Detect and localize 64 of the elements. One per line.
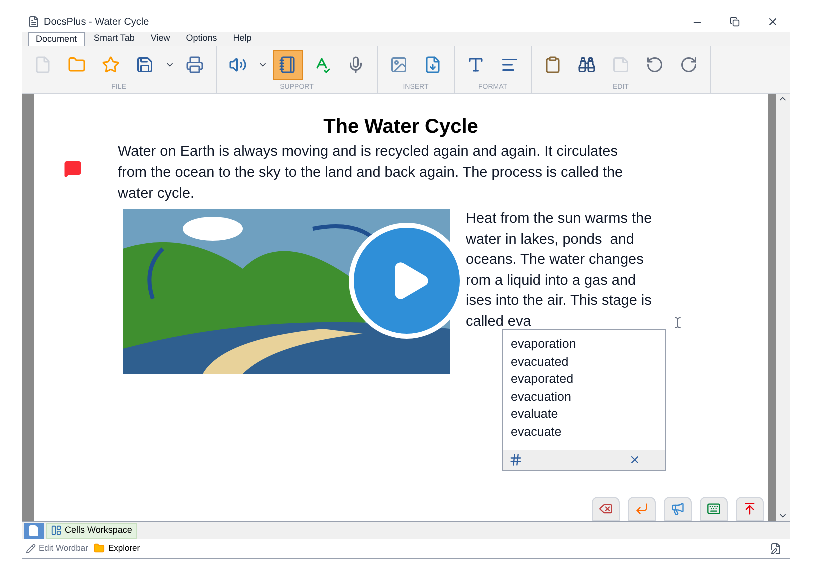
- document-edit-icon[interactable]: [770, 542, 782, 554]
- clipboard-icon: [544, 56, 562, 74]
- suggestion-item[interactable]: evaluate: [511, 406, 558, 424]
- image-icon: [390, 56, 408, 74]
- microphone-icon: [347, 56, 365, 74]
- star-icon: [102, 56, 120, 74]
- window-title: DocsPlus - Water Cycle: [44, 16, 150, 30]
- notebook-icon: [279, 56, 297, 74]
- suggestion-item[interactable]: evaporated: [511, 371, 574, 388]
- text-cursor-icon: [672, 316, 684, 330]
- file-icon: [424, 56, 442, 74]
- font-icon: [467, 56, 485, 74]
- suggestion-item[interactable]: evacuate: [511, 424, 562, 441]
- print-icon: [186, 56, 204, 74]
- pencil-icon: [26, 544, 36, 554]
- suggestion-item[interactable]: evacuation: [511, 388, 572, 406]
- arrow-up-icon: [743, 502, 757, 516]
- suggestion-item[interactable]: evacuated: [511, 354, 569, 371]
- paragraph: Water on Earth is always moving and is recycled again and again. It circulates from the ocean to the sky to the land and back again. The process is called the water cycle.: [118, 143, 624, 204]
- workspace-icon: [51, 525, 62, 536]
- menu-tab[interactable]: Document: [28, 32, 86, 46]
- document-title: The Water Cycle: [324, 115, 478, 140]
- scrollbar[interactable]: [776, 94, 790, 521]
- toolbar-button[interactable]: [273, 50, 303, 80]
- action-button[interactable]: [628, 497, 656, 521]
- status-button[interactable]: Edit Wordbar: [26, 542, 88, 555]
- binoculars-icon: [578, 56, 596, 74]
- text-line: ises into the air. This stage is: [466, 292, 652, 311]
- comment-icon[interactable]: [64, 160, 82, 178]
- menu-tab[interactable]: Smart Tab: [87, 32, 142, 46]
- close-icon: [767, 16, 779, 28]
- action-button[interactable]: [736, 497, 764, 521]
- keyboard-icon: [707, 502, 721, 516]
- text-line: rom a liquid into a gas and: [466, 272, 638, 290]
- action-button[interactable]: [664, 497, 692, 521]
- suggestion-item[interactable]: evaporation: [511, 336, 576, 354]
- status-button[interactable]: Explorer: [94, 542, 140, 555]
- text-line: oceans. The water changes: [466, 251, 645, 270]
- action-button[interactable]: [700, 497, 728, 521]
- redo-icon: [680, 56, 698, 74]
- enter-icon: [635, 502, 649, 516]
- new-document-icon: [34, 56, 52, 74]
- menu-tab[interactable]: View: [144, 32, 178, 46]
- restore-icon: [730, 17, 740, 27]
- folder-icon: [94, 543, 106, 554]
- folder-icon: [68, 56, 86, 74]
- app-icon: [28, 16, 40, 28]
- close-icon[interactable]: [629, 454, 641, 466]
- page-icon: [28, 524, 40, 536]
- workspace-tab[interactable]: Cells Workspace: [46, 522, 138, 538]
- text-line: water in lakes, ponds and: [466, 230, 636, 250]
- note-icon: [612, 56, 630, 74]
- action-button[interactable]: [592, 497, 620, 521]
- speaker-icon: [229, 56, 247, 74]
- workspace-tab[interactable]: [24, 522, 44, 538]
- megaphone-icon: [671, 502, 685, 516]
- menu-tab[interactable]: Help: [226, 32, 259, 46]
- text-line: Heat from the sun warms the: [466, 210, 652, 229]
- backspace-icon: [599, 502, 613, 516]
- text-line: called eva: [466, 312, 532, 332]
- undo-icon: [646, 56, 664, 74]
- numbers-icon[interactable]: [509, 453, 523, 467]
- menu-tab[interactable]: Options: [179, 32, 224, 46]
- save-icon: [136, 56, 154, 74]
